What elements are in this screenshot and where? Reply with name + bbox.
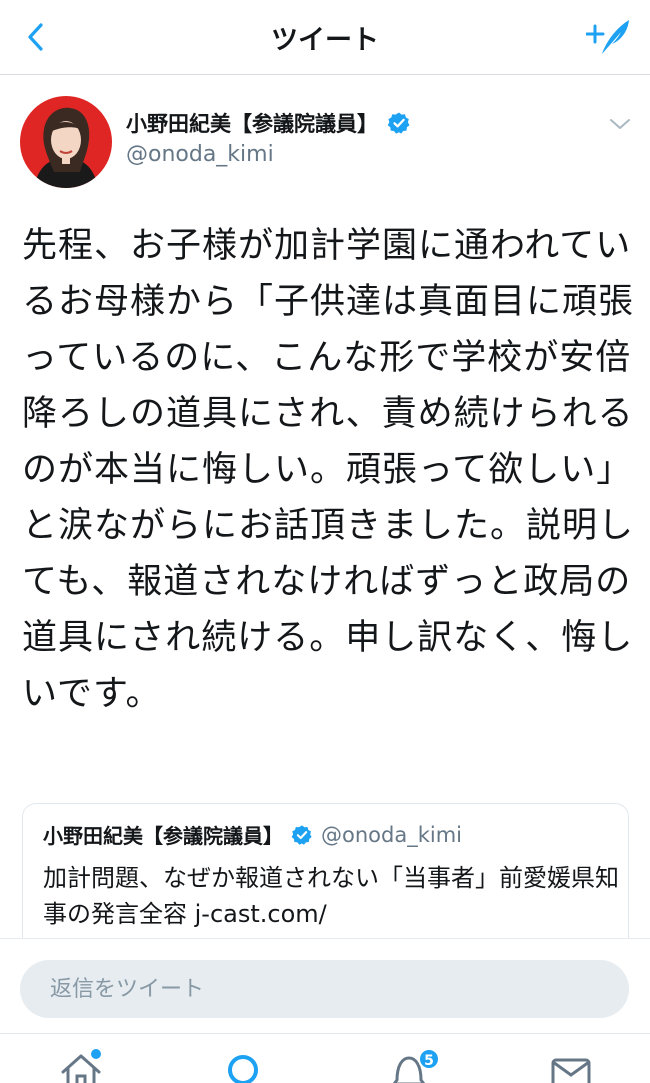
more-options-button[interactable] [608,116,632,132]
verified-badge-icon [387,112,410,134]
nav-bar: ツイート [0,0,650,75]
quoted-author-name: 小野田紀美【参議院議員】 [43,824,283,848]
avatar-image [20,96,112,188]
verified-badge-icon [291,824,312,845]
author-display-name: 小野田紀美【参議院議員】 [126,112,378,136]
author-name-row[interactable]: 小野田紀美【参議院議員】 [126,108,411,138]
home-unread-dot [91,1049,101,1059]
reply-bar [0,938,650,1033]
author-handle[interactable]: @onoda_kimi [126,142,274,167]
quoted-tweet-header: 小野田紀美【参議院議員】 @onoda_kimi [43,820,462,849]
mail-icon [551,1058,591,1083]
quoted-tweet-text: 加計問題、なぜか報道されない「当事者」前愛媛県知事の発言全容 j-cast.co… [43,864,619,928]
tab-messages[interactable] [546,1048,596,1083]
quoted-author-handle: @onoda_kimi [321,822,462,847]
compose-button[interactable] [585,12,634,60]
page-title: ツイート [271,25,379,56]
reply-input[interactable] [20,960,629,1018]
tweet-text: 先程、お子様が加計学園に通われているお母様から「子供達は真面目に頑張っているのに… [22,226,635,714]
chevron-down-icon [610,119,630,129]
tab-search[interactable] [218,1048,268,1083]
avatar[interactable] [20,96,112,188]
notification-count-badge: 5 [418,1048,440,1070]
compose-tweet-icon [585,20,629,54]
search-icon [228,1055,258,1083]
